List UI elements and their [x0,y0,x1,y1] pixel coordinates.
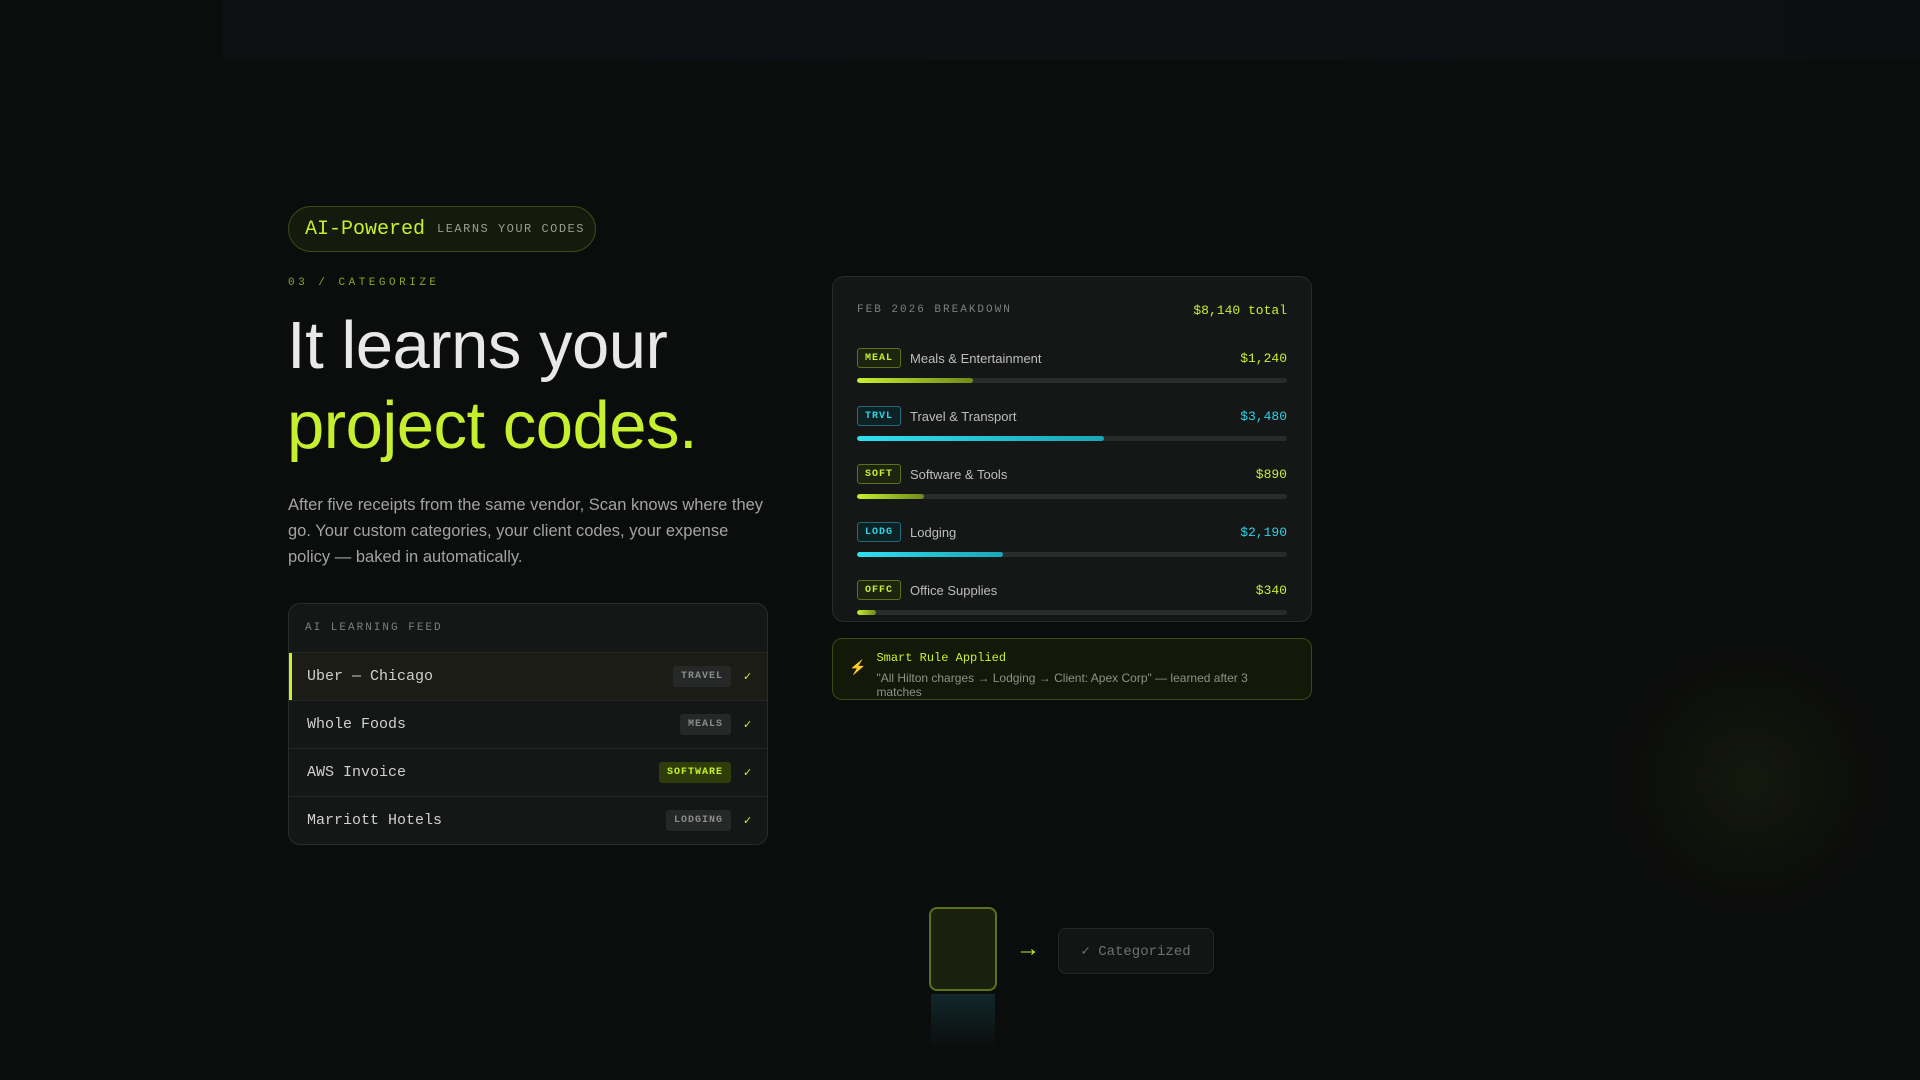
receipt-device-icon [929,907,997,991]
feed-row[interactable]: Whole Foods MEALS ✓ [289,700,767,748]
category-name: Office Supplies [910,582,998,598]
category-amount: $2,190 [1240,524,1287,540]
check-icon: ✓ [743,767,753,779]
breakdown-row: SOFT Software & Tools $890 [857,462,1287,517]
arrow-right-icon: → [1016,935,1040,962]
category-name: Software & Tools [910,466,1008,482]
progress-fill [857,378,974,383]
breakdown-total: $8,140 total [1193,302,1287,318]
progress-track [857,494,1287,499]
category-code: TRVL [857,406,902,426]
feed-item-name: Uber — Chicago [307,668,434,685]
headline-line-1: It learns your [287,308,668,383]
top-bar [222,0,1920,60]
feed-row[interactable]: AWS Invoice SOFTWARE ✓ [289,748,767,796]
breakdown-row: LODG Lodging $2,190 [857,520,1287,575]
progress-track [857,610,1287,615]
category-name: Lodging [910,524,957,540]
progress-fill [857,610,877,615]
feed-row[interactable]: Uber — Chicago TRAVEL ✓ [289,652,767,700]
category-tag: SOFTWARE [658,762,731,783]
progress-track [857,436,1287,441]
categorized-status: ✓ Categorized [1058,928,1214,974]
smart-rule-text: "All Hilton charges → Lodging → Client: … [876,671,1248,699]
category-name: Meals & Entertainment [910,350,1042,366]
smart-rule-title: Smart Rule Applied [876,651,1007,665]
category-code: LODG [857,522,902,542]
breakdown-header: FEB 2026 BREAKDOWN $8,140 total [857,277,1287,343]
breakdown-row: TRVL Travel & Transport $3,480 [857,404,1287,459]
category-tag: TRAVEL [672,666,731,687]
check-icon: ✓ [743,671,753,683]
badge-main-text: AI-Powered [305,217,426,241]
device-reflection [931,994,995,1050]
background-glow [1610,640,1890,920]
breakdown-title: FEB 2026 BREAKDOWN [857,304,1012,316]
smart-rule-banner: ⚡ Smart Rule Applied "All Hilton charges… [832,638,1312,700]
headline-line-2: project codes. [287,388,698,463]
feed-item-name: Whole Foods [307,716,407,733]
category-amount: $340 [1255,582,1287,598]
category-amount: $1,240 [1240,350,1287,366]
ai-learning-feed: AI LEARNING FEED Uber — Chicago TRAVEL ✓… [288,603,768,845]
category-code: MEAL [857,348,902,368]
category-tag: LODGING [665,810,731,831]
section-label: 03 / CATEGORIZE [288,277,440,289]
progress-track [857,378,1287,383]
category-code: OFFC [857,580,902,600]
ai-powered-badge: AI-Powered LEARNS YOUR CODES [288,206,596,252]
feed-row[interactable]: Marriott Hotels LODGING ✓ [289,796,767,844]
breakdown-row: OFFC Office Supplies $340 [857,578,1287,633]
progress-fill [857,494,924,499]
progress-fill [857,436,1105,441]
category-amount: $890 [1255,466,1287,482]
lightning-icon: ⚡ [849,659,867,675]
description: After five receipts from the same vendor… [288,496,764,566]
progress-fill [857,552,1004,557]
headline: It learns your project codes. [287,306,698,466]
badge-sub-text: LEARNS YOUR CODES [437,222,585,236]
feed-title: AI LEARNING FEED [305,622,443,634]
check-icon: ✓ [743,815,753,827]
category-tag: MEALS [679,714,731,735]
category-name: Travel & Transport [910,408,1017,424]
category-code: SOFT [857,464,902,484]
check-icon: ✓ [743,719,753,731]
breakdown-row: MEAL Meals & Entertainment $1,240 [857,346,1287,401]
feed-item-name: AWS Invoice [307,764,407,781]
progress-track [857,552,1287,557]
category-amount: $3,480 [1240,408,1287,424]
breakdown-card: FEB 2026 BREAKDOWN $8,140 total MEAL Mea… [832,276,1312,622]
feed-item-name: Marriott Hotels [307,812,443,829]
